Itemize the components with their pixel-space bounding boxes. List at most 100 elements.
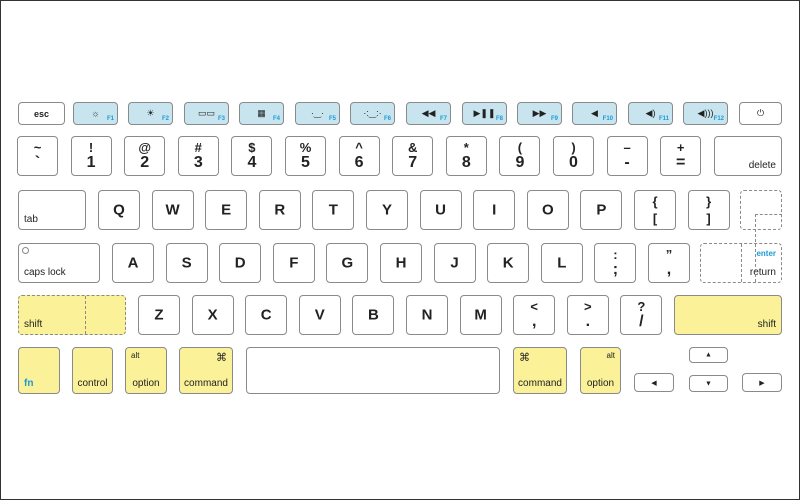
key-5[interactable]: % 5 [285, 136, 326, 176]
key-o[interactable]: O [526, 190, 569, 230]
caps-lock-key[interactable]: caps lock [18, 243, 100, 283]
key-a[interactable]: A [112, 243, 154, 283]
key-f4[interactable]: ▦ F4 [239, 102, 284, 125]
power-key[interactable]: ⏻ [739, 102, 782, 125]
esc-key[interactable]: esc [18, 102, 65, 125]
bracket-key[interactable]: {[ [634, 190, 676, 230]
key-f10[interactable]: ◀ F10 [572, 102, 617, 125]
key-6[interactable]: ^ 6 [338, 136, 380, 176]
esc-label: esc [33, 108, 50, 119]
key-l[interactable]: L [540, 243, 583, 283]
key-p[interactable]: P [580, 190, 623, 230]
key-symbol: [ [652, 211, 658, 226]
key-`[interactable]: ~ ` [17, 136, 58, 176]
tab-label: tab [24, 214, 38, 225]
key-f7[interactable]: ◀◀ F7 [406, 102, 451, 125]
key-f5[interactable]: ·‿· F5 [295, 102, 340, 125]
enter-label: enter [756, 249, 776, 258]
key-h[interactable]: H [380, 243, 422, 283]
punctuation-key[interactable]: ? / [620, 295, 663, 335]
key-i[interactable]: I [473, 190, 516, 230]
key--[interactable]: – - [606, 136, 648, 176]
key-letter: K [502, 254, 514, 272]
fn-number-label: F12 [713, 116, 724, 122]
arrow-left-key[interactable]: ◀ [634, 373, 674, 392]
right-option-key[interactable]: alt option [580, 347, 621, 394]
arrow-down-key[interactable]: ▼ [689, 375, 728, 392]
right-shift-key[interactable]: shift [674, 295, 782, 335]
key-b[interactable]: B [352, 295, 395, 335]
key-v[interactable]: V [298, 295, 341, 335]
punctuation-key[interactable]: ”, [648, 243, 690, 283]
punctuation-key[interactable]: :; [594, 243, 637, 283]
key-f8[interactable]: ▶❚❚ F8 [462, 102, 507, 125]
return-key-upper[interactable] [740, 190, 782, 230]
punctuation-key[interactable]: <, [513, 295, 556, 335]
key-f11[interactable]: ◀) F11 [628, 102, 673, 125]
bracket-key[interactable]: }] [687, 190, 730, 230]
key-d[interactable]: D [219, 243, 262, 283]
key-j[interactable]: J [433, 243, 476, 283]
key-0[interactable]: ) 0 [553, 136, 594, 176]
key-f1[interactable]: ☼ F1 [73, 102, 118, 125]
key-f2[interactable]: ☀ F2 [128, 102, 173, 125]
punctuation-key[interactable]: >. [566, 295, 609, 335]
control-key[interactable]: control [72, 347, 113, 394]
left-command-key[interactable]: ⌘ command [179, 347, 233, 394]
key-7[interactable]: & 7 [392, 136, 434, 176]
right-command-key[interactable]: ⌘ command [513, 347, 567, 394]
key-=[interactable]: + = [660, 136, 702, 176]
key-symbol: 5 [301, 154, 310, 171]
key-shift-symbol: ! [88, 140, 94, 155]
key-s[interactable]: S [165, 243, 208, 283]
key-m[interactable]: M [459, 295, 502, 335]
fn-key[interactable]: fn [18, 347, 60, 394]
key-g[interactable]: G [326, 243, 369, 283]
key-f12[interactable]: ◀))) F12 [683, 102, 728, 125]
key-u[interactable]: U [419, 190, 462, 230]
power-icon: ⏻ [756, 107, 765, 118]
return-divider [755, 214, 756, 282]
key-f3[interactable]: ▭▭ F3 [184, 102, 229, 125]
key-r[interactable]: R [258, 190, 301, 230]
arrow-right-key[interactable]: ▶ [742, 373, 782, 392]
key-k[interactable]: K [487, 243, 530, 283]
delete-key[interactable]: delete [714, 136, 782, 176]
key-shift-symbol: ( [517, 140, 523, 155]
key-t[interactable]: T [312, 190, 355, 230]
key-f9[interactable]: ▶▶ F9 [517, 102, 562, 125]
key-q[interactable]: Q [98, 190, 140, 230]
key-z[interactable]: Z [138, 295, 180, 335]
fn-number-label: F3 [217, 116, 225, 122]
space-bar[interactable] [246, 347, 500, 394]
key-letter: O [541, 201, 554, 219]
key-c[interactable]: C [245, 295, 288, 335]
alt-label: alt [131, 351, 140, 360]
key-symbol: . [585, 313, 591, 330]
key-w[interactable]: W [151, 190, 194, 230]
left-shift-key[interactable]: shift [18, 295, 126, 335]
key-n[interactable]: N [406, 295, 448, 335]
key-4[interactable]: $4 [231, 136, 273, 176]
arrow-right-icon: ▶ [759, 379, 765, 387]
key-f[interactable]: F [272, 243, 315, 283]
tab-key[interactable]: tab [18, 190, 86, 230]
key-f6[interactable]: ·:‿:· F6 [350, 102, 395, 125]
key-3[interactable]: #3 [177, 136, 219, 176]
key-x[interactable]: X [191, 295, 234, 335]
key-shift-symbol: > [584, 299, 592, 314]
key-symbol: - [624, 154, 630, 171]
key-letter: M [474, 306, 487, 324]
key-8[interactable]: * 8 [445, 136, 487, 176]
key-letter: Y [381, 201, 392, 219]
key-y[interactable]: Y [366, 190, 408, 230]
return-key[interactable]: enter return [700, 243, 782, 283]
key-9[interactable]: (9 [499, 136, 541, 176]
shift-divider [85, 296, 86, 334]
arrow-up-key[interactable]: ▲ [689, 347, 728, 363]
key-letter: P [596, 201, 607, 219]
key-e[interactable]: E [205, 190, 248, 230]
key-2[interactable]: @2 [124, 136, 166, 176]
left-option-key[interactable]: alt option [125, 347, 167, 394]
key-1[interactable]: ! 1 [70, 136, 112, 176]
